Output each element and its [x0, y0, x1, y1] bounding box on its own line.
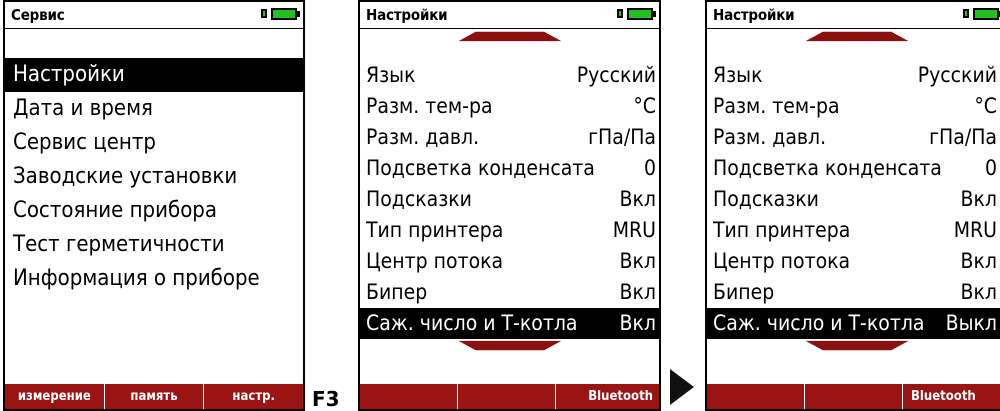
screen-title: Настройки: [713, 6, 795, 24]
setting-row-language[interactable]: Язык Русский: [707, 60, 1000, 91]
menu-item-leak-test[interactable]: Тест герметичности: [5, 228, 303, 262]
settings-screen-after: Настройки Язык Русский Разм. тем-ра °C Р…: [705, 0, 1000, 411]
setting-row-temperature-unit[interactable]: Разм. тем-ра °C: [360, 91, 659, 122]
setting-row-pressure-unit[interactable]: Разм. давл. гПа/Па: [360, 122, 659, 153]
menu-item-device-info[interactable]: Информация о приборе: [5, 262, 303, 296]
setting-row-flow-center[interactable]: Центр потока Вкл: [360, 246, 659, 277]
screen-title: Настройки: [366, 6, 448, 24]
setting-row-beeper[interactable]: Бипер Вкл: [360, 277, 659, 308]
setting-row-language[interactable]: Язык Русский: [360, 60, 659, 91]
settings-screen-before: Настройки Язык Русский Разм. тем-ра °C Р…: [358, 0, 661, 411]
setting-row-condensate-light[interactable]: Подсветка конденсата 0: [360, 153, 659, 184]
service-screen: Сервис Настройки Дата и время Сервис цен…: [3, 0, 305, 411]
softkey-bar: измерение память настр.: [5, 384, 303, 409]
setting-row-soot-boiler-temp[interactable]: Саж. число и Т-котла Вкл: [360, 308, 659, 339]
setting-row-beeper[interactable]: Бипер Вкл: [707, 277, 1000, 308]
scroll-down-icon[interactable]: [707, 340, 1000, 352]
transition-arrow-icon: [670, 369, 694, 405]
softkey-bar: Bluetooth: [360, 384, 659, 409]
scroll-up-icon[interactable]: [360, 30, 659, 42]
setting-row-pressure-unit[interactable]: Разм. давл. гПа/Па: [707, 122, 1000, 153]
setting-row-hints[interactable]: Подсказки Вкл: [707, 184, 1000, 215]
scroll-down-icon[interactable]: [360, 340, 659, 352]
softkey-settings[interactable]: настр.: [204, 384, 303, 409]
setting-row-flow-center[interactable]: Центр потока Вкл: [707, 246, 1000, 277]
menu-item-settings[interactable]: Настройки: [5, 58, 303, 92]
title-bar: Сервис: [5, 2, 303, 29]
f3-key-label: F3: [312, 387, 340, 411]
softkey-measurement[interactable]: измерение: [5, 384, 105, 409]
scroll-up-icon[interactable]: [707, 30, 1000, 42]
softkey-left[interactable]: [707, 384, 805, 409]
menu-item-date-time[interactable]: Дата и время: [5, 92, 303, 126]
setting-row-hints[interactable]: Подсказки Вкл: [360, 184, 659, 215]
title-bar: Настройки: [360, 2, 659, 29]
softkey-bar: Bluetooth: [707, 384, 1000, 409]
softkey-middle[interactable]: [805, 384, 903, 409]
menu-item-device-status[interactable]: Состояние прибора: [5, 194, 303, 228]
menu-item-service-center[interactable]: Сервис центр: [5, 126, 303, 160]
title-bar: Настройки: [707, 2, 1000, 29]
softkey-memory[interactable]: память: [105, 384, 205, 409]
setting-row-condensate-light[interactable]: Подсветка конденсата 0: [707, 153, 1000, 184]
softkey-bluetooth[interactable]: Bluetooth: [903, 384, 1000, 409]
setting-row-printer-type[interactable]: Тип принтера MRU: [360, 215, 659, 246]
screen-title: Сервис: [11, 6, 65, 24]
softkey-left[interactable]: [360, 384, 458, 409]
menu-item-factory-settings[interactable]: Заводские установки: [5, 160, 303, 194]
softkey-middle[interactable]: [458, 384, 556, 409]
softkey-bluetooth[interactable]: Bluetooth: [556, 384, 659, 409]
setting-row-soot-boiler-temp[interactable]: Саж. число и Т-котла Выкл: [707, 308, 1000, 339]
setting-row-temperature-unit[interactable]: Разм. тем-ра °C: [707, 91, 1000, 122]
setting-row-printer-type[interactable]: Тип принтера MRU: [707, 215, 1000, 246]
